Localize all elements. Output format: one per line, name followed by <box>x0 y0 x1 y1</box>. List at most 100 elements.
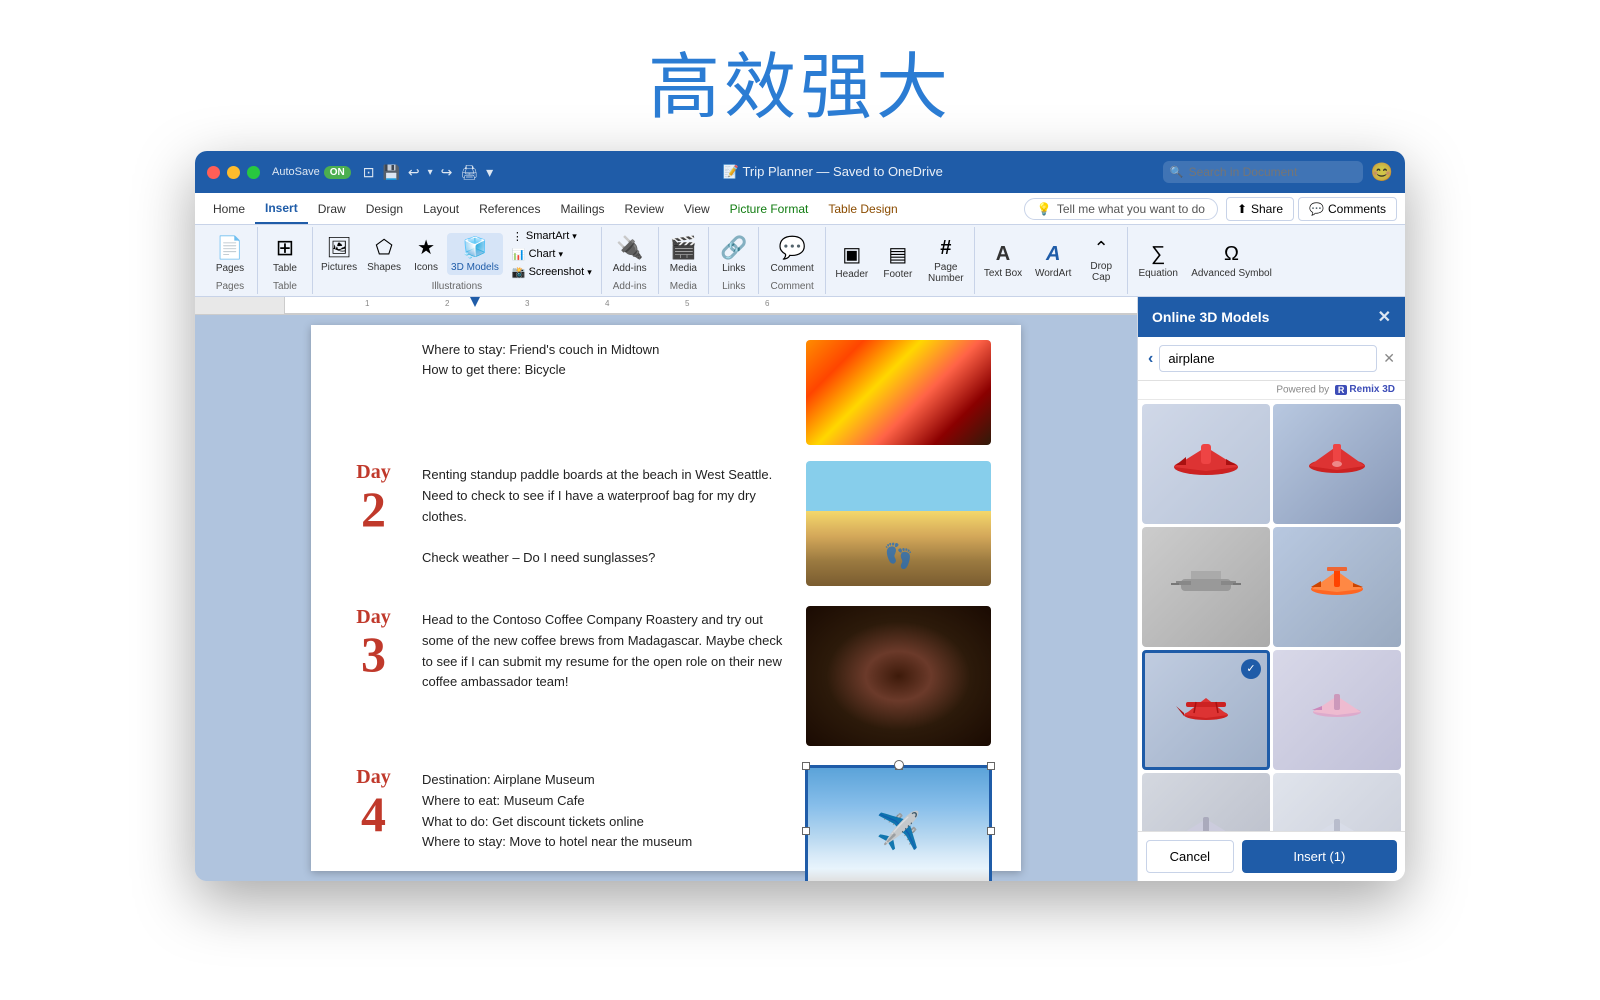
links-label: Links <box>722 263 745 274</box>
day4-section: Day 4 Destination: Airplane Museum Where… <box>341 766 991 881</box>
chart-arrow: ▾ <box>558 249 563 260</box>
page-number-button[interactable]: # PageNumber <box>922 235 970 286</box>
addins-button[interactable]: 🔌 Add-ins <box>608 227 652 281</box>
prev-day-section: Where to stay: Friend's couch in Midtown… <box>341 340 991 445</box>
panel-close-button[interactable]: ✕ <box>1378 307 1391 327</box>
comment-button[interactable]: 💬 Comment <box>765 227 818 281</box>
wordart-button[interactable]: A WordArt <box>1029 241 1077 281</box>
day2-number: 2 <box>341 484 406 534</box>
autosave-toggle[interactable]: ON <box>324 166 351 179</box>
page-header: 高效强大 <box>0 0 1600 151</box>
model-item-3[interactable] <box>1142 527 1270 647</box>
search-wrapper: 🔍 <box>1163 161 1363 183</box>
pictures-label: Pictures <box>321 262 357 273</box>
share-label: Share <box>1251 202 1283 216</box>
pages-button[interactable]: 📄 Pages <box>211 227 249 281</box>
save-icon[interactable]: 💾 <box>382 164 399 181</box>
panel-cancel-button[interactable]: Cancel <box>1146 840 1234 873</box>
view-icon[interactable]: ⊡ <box>363 164 375 181</box>
media-button[interactable]: 🎬 Media <box>665 227 702 281</box>
model-item-5[interactable]: ✓ <box>1142 650 1270 770</box>
tell-me-text: Tell me what you want to do <box>1057 202 1205 216</box>
ribbon-group-media: 🎬 Media Media <box>659 227 709 294</box>
model-item-6[interactable] <box>1273 650 1401 770</box>
tab-insert[interactable]: Insert <box>255 193 308 224</box>
ribbon-group-header-footer: ▣ Header ▤ Footer # PageNumber <box>826 227 975 294</box>
model-item-7[interactable] <box>1142 773 1270 832</box>
textbox-label: Text Box <box>984 268 1022 279</box>
chart-icon: 📊 <box>512 248 526 261</box>
selection-check: ✓ <box>1241 659 1261 679</box>
minimize-button[interactable] <box>227 166 240 179</box>
autosave-label: AutoSave <box>272 166 320 178</box>
lightbulb-icon: 💡 <box>1037 202 1052 216</box>
side-panel: Online 3D Models ✕ ‹ ✕ Powered by R Remi… <box>1137 297 1405 881</box>
day3-section: Day 3 Head to the Contoso Coffee Company… <box>341 606 991 746</box>
tab-draw[interactable]: Draw <box>308 193 356 224</box>
chart-button[interactable]: 📊 Chart ▾ <box>507 246 597 263</box>
media-group-label: Media <box>670 281 697 294</box>
footer-button[interactable]: ▤ Footer <box>876 240 920 282</box>
day2-image: 👣 <box>806 461 991 586</box>
undo-icon[interactable]: ↩ <box>408 164 420 181</box>
links-button[interactable]: 🔗 Links <box>715 227 752 281</box>
page-number-icon: # <box>940 237 951 260</box>
3d-models-icon: 🧊 <box>463 235 488 260</box>
model-item-1[interactable] <box>1142 404 1270 524</box>
panel-insert-button[interactable]: Insert (1) <box>1242 840 1397 873</box>
smiley-icon[interactable]: 😊 <box>1371 162 1393 183</box>
tab-home[interactable]: Home <box>203 193 255 224</box>
model-item-2[interactable] <box>1273 404 1401 524</box>
screenshot-button[interactable]: 📸 Screenshot ▾ <box>507 264 597 281</box>
table-icon: ⊞ <box>276 235 294 261</box>
redo-icon[interactable]: ↪ <box>441 164 453 181</box>
tab-view[interactable]: View <box>674 193 720 224</box>
chevron-down-icon[interactable]: ▾ <box>428 167 433 178</box>
close-button[interactable] <box>207 166 220 179</box>
day4-image[interactable]: ✈️ <box>806 766 991 881</box>
ribbon-group-text: A Text Box A WordArt ⌃ DropCap <box>975 227 1128 294</box>
app-window: AutoSave ON ⊡ 💾 ↩ ▾ ↪ 🖨 ▾ 📝 Trip Planner… <box>195 151 1405 881</box>
maximize-button[interactable] <box>247 166 260 179</box>
selection-handle-top[interactable] <box>894 760 904 770</box>
share-button[interactable]: ⬆ Share <box>1226 197 1294 221</box>
tab-design[interactable]: Design <box>356 193 413 224</box>
textbox-button[interactable]: A Text Box <box>979 241 1027 281</box>
print-icon[interactable]: 🖨 <box>460 164 478 181</box>
panel-search-clear-button[interactable]: ✕ <box>1383 350 1395 367</box>
table-button[interactable]: ⊞ Table <box>268 227 302 281</box>
doc-scroll[interactable]: Where to stay: Friend's couch in Midtown… <box>195 315 1137 881</box>
smartart-button[interactable]: ⋮ SmartArt ▾ <box>507 228 597 245</box>
panel-footer: Cancel Insert (1) <box>1138 831 1405 881</box>
icons-button[interactable]: ★ Icons <box>407 233 445 275</box>
panel-back-button[interactable]: ‹ <box>1148 350 1153 368</box>
tell-me-box[interactable]: 💡 Tell me what you want to do <box>1024 198 1218 220</box>
model-item-4[interactable] <box>1273 527 1401 647</box>
model-item-8[interactable] <box>1273 773 1401 832</box>
comments-button[interactable]: 💬 Comments <box>1298 197 1397 221</box>
customize-icon[interactable]: ▾ <box>486 164 493 181</box>
ruler-side-left <box>195 297 285 314</box>
tab-mailings[interactable]: Mailings <box>550 193 614 224</box>
header-button[interactable]: ▣ Header <box>830 240 874 282</box>
3d-models-button[interactable]: 🧊 3D Models <box>447 233 503 275</box>
equation-button[interactable]: ∑ Equation <box>1132 241 1184 281</box>
ribbon-group-links: 🔗 Links Links <box>709 227 759 294</box>
panel-search-input[interactable] <box>1159 345 1377 372</box>
ruler-row: 1 2 3 4 5 6 <box>195 297 1137 315</box>
smartart-icon: ⋮ <box>512 230 523 243</box>
icons-icon: ★ <box>417 235 435 260</box>
tab-review[interactable]: Review <box>615 193 674 224</box>
pictures-button[interactable]: 🖼 Pictures <box>317 233 361 275</box>
toolbar-icons: ⊡ 💾 ↩ ▾ ↪ 🖨 ▾ <box>363 164 493 181</box>
shapes-button[interactable]: ⬠ Shapes <box>363 233 405 275</box>
tab-table-design[interactable]: Table Design <box>818 193 907 224</box>
advanced-symbol-button[interactable]: Ω Advanced Symbol <box>1186 241 1277 281</box>
day2-text: Renting standup paddle boards at the bea… <box>422 461 790 569</box>
panel-search-area: ‹ ✕ <box>1138 337 1405 381</box>
tab-layout[interactable]: Layout <box>413 193 469 224</box>
dropcap-button[interactable]: ⌃ DropCap <box>1079 236 1123 285</box>
search-input[interactable] <box>1163 161 1363 183</box>
tab-picture-format[interactable]: Picture Format <box>720 193 819 224</box>
tab-references[interactable]: References <box>469 193 550 224</box>
